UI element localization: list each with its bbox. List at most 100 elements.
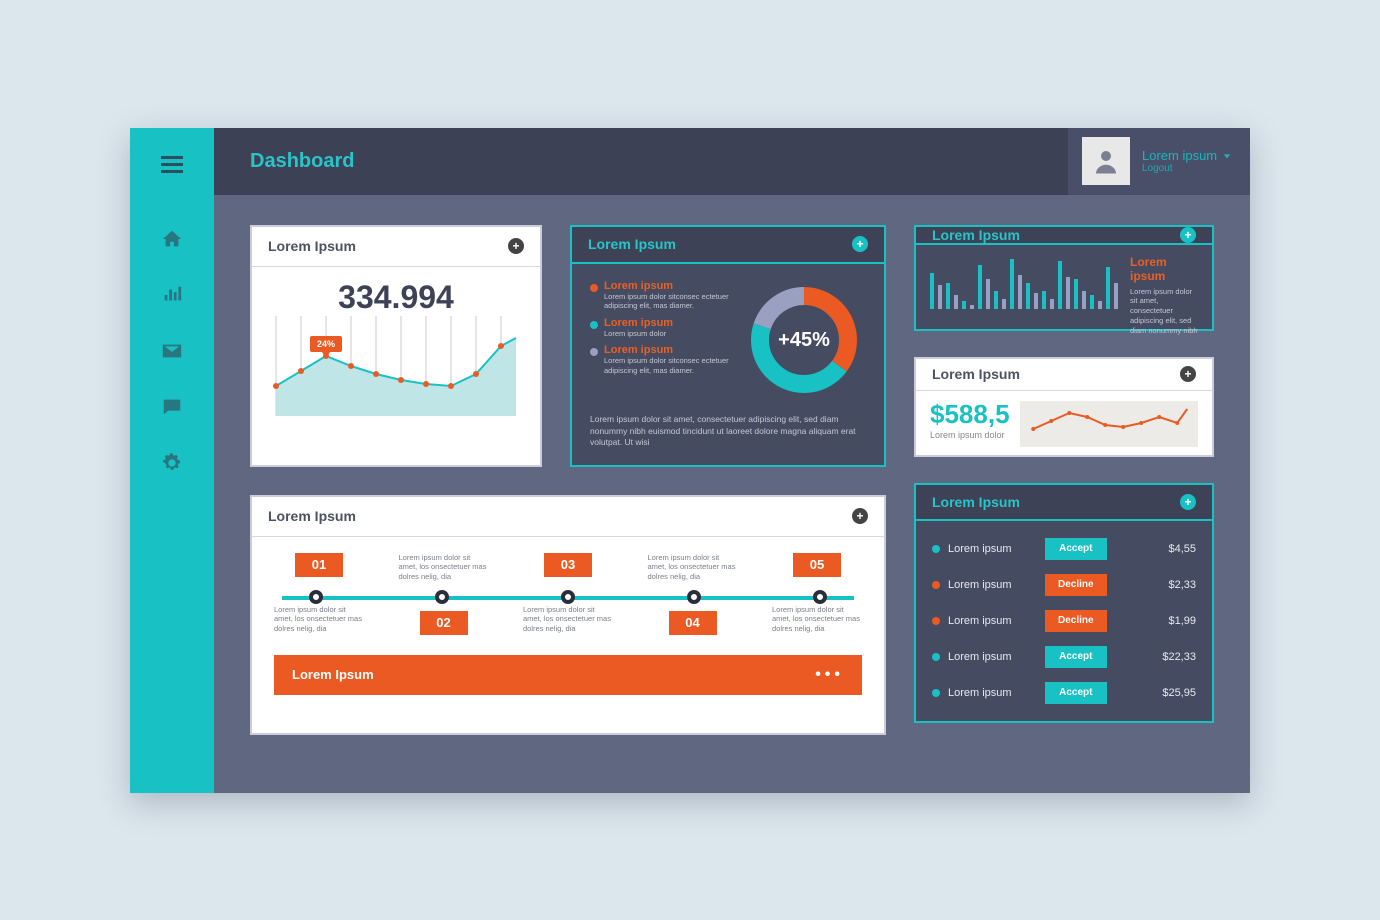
main-column: Dashboard Lorem ipsum Logout <box>214 128 1250 793</box>
stats-icon[interactable] <box>161 284 183 306</box>
status-dot-icon <box>932 581 940 589</box>
legend-sub: Lorem ipsum dolor <box>604 329 673 338</box>
expand-button[interactable]: + <box>1180 366 1196 382</box>
accept-button[interactable]: Accept <box>1045 538 1107 560</box>
expand-button[interactable]: + <box>1180 227 1196 243</box>
card-title: Lorem Ipsum <box>932 366 1020 382</box>
logout-link[interactable]: Logout <box>1142 163 1231 174</box>
expand-button[interactable]: + <box>852 236 868 252</box>
content-grid: Lorem Ipsum + 334.994 <box>214 195 1250 793</box>
list-item: Lorem ipsum Accept $4,55 <box>932 531 1196 567</box>
step-badge: 03 <box>544 553 592 577</box>
row-price: $22,33 <box>1140 651 1196 663</box>
chevron-down-icon <box>1223 152 1231 160</box>
timeline-track <box>282 589 854 605</box>
user-name[interactable]: Lorem ipsum <box>1142 148 1231 163</box>
home-icon[interactable] <box>161 228 183 250</box>
row-name: Lorem ipsum <box>948 579 1012 591</box>
card-title: Lorem Ipsum <box>268 238 356 254</box>
row-name: Lorem ipsum <box>948 615 1012 627</box>
card-spark: Lorem Ipsum + $588,5 Lorem ipsum dolor <box>914 357 1214 457</box>
status-dot-icon <box>932 653 940 661</box>
expand-button[interactable]: + <box>1180 494 1196 510</box>
legend-title: Lorem ipsum <box>604 344 730 356</box>
svg-text:24%: 24% <box>317 339 335 349</box>
mail-icon[interactable] <box>161 340 183 362</box>
mini-sub: Lorem ipsum dolor sit amet, consectetuer… <box>1130 287 1198 336</box>
dashboard-frame: Dashboard Lorem ipsum Logout <box>130 128 1250 793</box>
row-price: $4,55 <box>1140 543 1196 555</box>
timeline-footer[interactable]: Lorem Ipsum ••• <box>274 655 862 695</box>
row-name: Lorem ipsum <box>948 543 1012 555</box>
step-text: Lorem ipsum dolor sit amet, los onsectet… <box>399 553 489 582</box>
legend-sub: Lorem ipsum dolor sitconsec ectetuer adi… <box>604 292 730 311</box>
legend-sub: Lorem ipsum dolor sitconsec ectetuer adi… <box>604 356 730 375</box>
donut-chart: +45% <box>742 280 866 400</box>
topbar: Dashboard Lorem ipsum Logout <box>214 128 1250 195</box>
row-name: Lorem ipsum <box>948 651 1012 663</box>
step-text: Lorem ipsum dolor sit amet, los onsectet… <box>772 605 862 634</box>
chat-icon[interactable] <box>161 396 183 418</box>
decline-button[interactable]: Decline <box>1045 574 1107 596</box>
row-name: Lorem ipsum <box>948 687 1012 699</box>
user-area[interactable]: Lorem ipsum Logout <box>1068 128 1250 195</box>
accept-button[interactable]: Accept <box>1045 646 1107 668</box>
settings-icon[interactable] <box>161 452 183 474</box>
donut-center-label: +45% <box>778 329 830 352</box>
list-item: Lorem ipsum Accept $22,33 <box>932 639 1196 675</box>
amount-value: $588,5 <box>930 399 1010 430</box>
sidebar-rail <box>130 128 214 793</box>
legend-item: Lorem ipsum Lorem ipsum dolor sitconsec … <box>590 344 730 375</box>
mini-headline: Lorem ipsum <box>1130 255 1198 283</box>
metric-value: 334.994 <box>266 279 526 316</box>
legend-dot-icon <box>590 348 598 356</box>
card-title: Lorem Ipsum <box>932 227 1020 243</box>
list-item: Lorem ipsum Accept $25,95 <box>932 675 1196 711</box>
step-badge: 01 <box>295 553 343 577</box>
step-badge: 02 <box>420 611 468 635</box>
step-text: Lorem ipsum dolor sit amet, los onsectet… <box>274 605 364 634</box>
legend-dot-icon <box>590 284 598 292</box>
area-chart: 24% <box>266 316 526 426</box>
row-price: $1,99 <box>1140 615 1196 627</box>
step-badge: 04 <box>669 611 717 635</box>
footer-label: Lorem Ipsum <box>292 667 374 682</box>
page-title: Dashboard <box>250 150 354 173</box>
expand-button[interactable]: + <box>852 508 868 524</box>
expand-button[interactable]: + <box>508 238 524 254</box>
list-item: Lorem ipsum Decline $1,99 <box>932 603 1196 639</box>
card-title: Lorem Ipsum <box>932 494 1020 510</box>
status-dot-icon <box>932 617 940 625</box>
legend-item: Lorem ipsum Lorem ipsum dolor <box>590 317 730 338</box>
legend-title: Lorem ipsum <box>604 317 673 329</box>
legend-title: Lorem ipsum <box>604 280 730 292</box>
status-dot-icon <box>932 689 940 697</box>
card-title: Lorem Ipsum <box>588 236 676 252</box>
accept-button[interactable]: Accept <box>1045 682 1107 704</box>
donut-legend: Lorem ipsum Lorem ipsum dolor sitconsec … <box>590 280 730 400</box>
avatar <box>1082 137 1130 185</box>
card-list: Lorem Ipsum + Lorem ipsum Accept $4,55 L… <box>914 483 1214 723</box>
card-mini-bars: Lorem Ipsum + Lorem ipsum Lorem ipsum do… <box>914 225 1214 331</box>
list-item: Lorem ipsum Decline $2,33 <box>932 567 1196 603</box>
card-paragraph: Lorem ipsum dolor sit amet, consectetuer… <box>590 414 866 448</box>
more-icon[interactable]: ••• <box>815 666 844 684</box>
decline-button[interactable]: Decline <box>1045 610 1107 632</box>
row-price: $2,33 <box>1140 579 1196 591</box>
legend-item: Lorem ipsum Lorem ipsum dolor sitconsec … <box>590 280 730 311</box>
card-metric-area: Lorem Ipsum + 334.994 <box>250 225 542 467</box>
amount-sub: Lorem ipsum dolor <box>930 430 1010 440</box>
menu-icon[interactable] <box>161 154 183 176</box>
step-text: Lorem ipsum dolor sit amet, los onsectet… <box>648 553 738 582</box>
step-badge: 05 <box>793 553 841 577</box>
card-donut: Lorem Ipsum + Lorem ipsum Lorem ipsum do… <box>570 225 886 467</box>
card-title: Lorem Ipsum <box>268 508 356 524</box>
legend-dot-icon <box>590 321 598 329</box>
chart-badge: 24% <box>310 336 342 358</box>
status-dot-icon <box>932 545 940 553</box>
card-timeline: Lorem Ipsum + 01 Lorem ipsum dolor sit a… <box>250 495 886 735</box>
mini-bar-chart <box>930 255 1118 309</box>
row-price: $25,95 <box>1140 687 1196 699</box>
step-text: Lorem ipsum dolor sit amet, los onsectet… <box>523 605 613 634</box>
sparkline <box>1020 401 1198 447</box>
